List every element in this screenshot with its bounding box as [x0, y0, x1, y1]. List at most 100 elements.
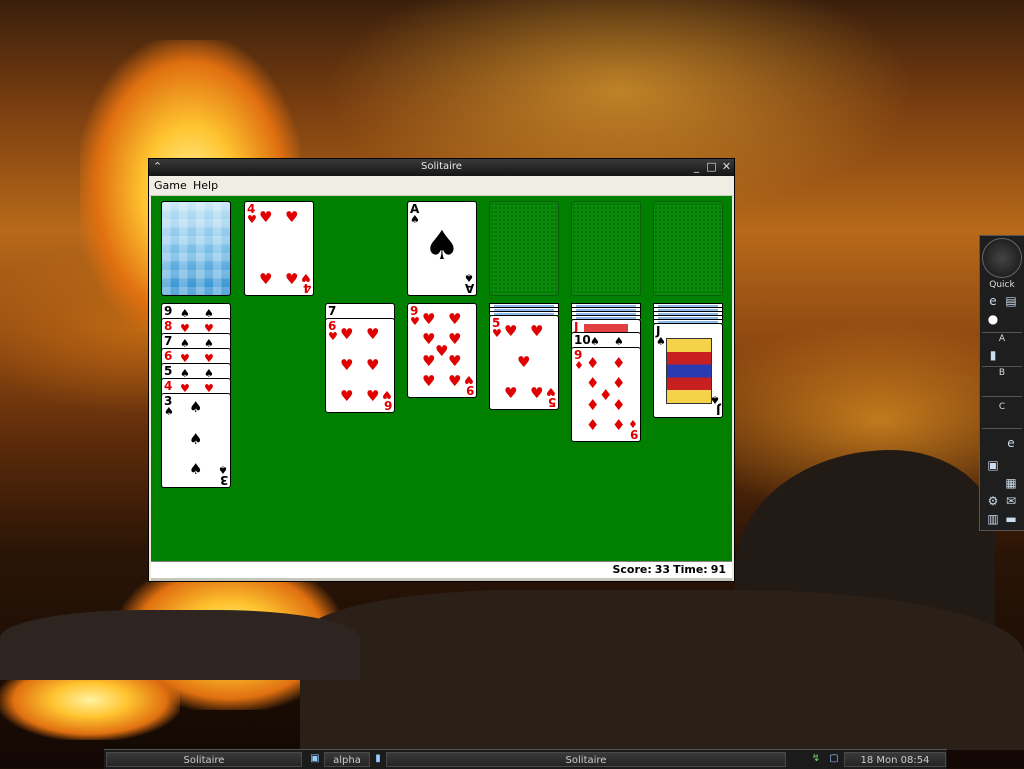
heart-icon: ♥: [448, 372, 462, 390]
card-suit: ♥: [492, 327, 502, 340]
heart-icon: ♥: [422, 372, 436, 390]
card-rank: 6: [164, 349, 173, 363]
heart-icon: ♥: [530, 322, 544, 340]
heart-icon: ♥: [285, 208, 299, 226]
browser-icon[interactable]: e: [986, 294, 1000, 308]
window-icon[interactable]: ▮: [372, 753, 384, 765]
tableau-card[interactable]: 3 ♠ ♠ ♠ ♠ 3 ♠: [161, 393, 231, 488]
spade-icon: ♠: [189, 460, 203, 478]
dock-quick-label: Quick: [989, 280, 1015, 290]
browser-icon[interactable]: e: [1004, 436, 1018, 450]
taskbar-item-solitaire-active[interactable]: Solitaire: [386, 752, 786, 767]
window-bottom-edge[interactable]: [151, 578, 732, 581]
heart-icon: ♥: [366, 356, 380, 374]
document-icon[interactable]: ▤: [1004, 294, 1018, 308]
title-bar[interactable]: ⌃ Solitaire _ □ ✕: [149, 159, 734, 176]
tableau-card[interactable]: 9 ♥ ♥ ♥ ♥ ♥ ♥ ♥ ♥ ♥ ♥ 9 ♥: [407, 303, 477, 398]
settings-icon[interactable]: ⚙: [986, 494, 1000, 508]
heart-icon: ♥: [448, 352, 462, 370]
heart-icon: ♥: [340, 387, 354, 405]
workspace-icon[interactable]: ▣: [309, 753, 321, 765]
tableau-card[interactable]: 6 ♥ ♥ ♥ ♥ ♥ ♥ ♥ 6 ♥: [325, 318, 395, 413]
dock-divider: [982, 366, 1022, 367]
taskbar-clock[interactable]: 18 Mon 08:54: [844, 752, 946, 767]
clock-icon[interactable]: [982, 238, 1022, 278]
maximize-button[interactable]: □: [705, 160, 718, 173]
heart-icon: ♥: [422, 352, 436, 370]
spade-icon: ♠: [189, 398, 203, 416]
heart-icon: ♥: [340, 325, 354, 343]
spade-icon: ♠: [189, 430, 203, 448]
dock-divider: [982, 332, 1022, 333]
card-suit-bottom: ♥: [382, 388, 392, 401]
spade-icon: ♠: [424, 223, 460, 269]
card-suit: ♥: [410, 315, 420, 328]
card-rank: 9: [164, 304, 173, 318]
card-suit-bottom: ♥: [464, 373, 474, 386]
heart-icon: ♥: [448, 310, 462, 328]
display-icon[interactable]: ▢: [828, 753, 840, 765]
card-suit-bottom: ♥: [546, 385, 556, 398]
card-suit-bottom: ♥: [301, 271, 311, 284]
terminal-icon[interactable]: ▣: [986, 458, 1000, 472]
tableau-card[interactable]: 5 ♥ ♥ ♥ ♥ ♥ ♥ 5 ♥: [489, 315, 559, 410]
diamond-icon: ♦: [586, 396, 600, 414]
taskbar-item-solitaire[interactable]: Solitaire: [106, 752, 302, 767]
tableau-card[interactable]: J ♠ J ♠: [653, 323, 723, 418]
card-suit: ♠: [656, 335, 666, 348]
time-value: 91: [710, 563, 726, 576]
heart-icon: ♥: [448, 330, 462, 348]
heart-icon: ♥: [259, 208, 273, 226]
mail-icon[interactable]: ✉: [1004, 494, 1018, 508]
score-value: 33: [654, 563, 671, 576]
card-suit: ♥: [328, 330, 338, 343]
court-figure: [584, 324, 628, 332]
dock-section-b[interactable]: B: [980, 368, 1024, 378]
tableau-card[interactable]: 9 ♦ ♦ ♦ ♦ ♦ ♦ ♦ ♦ ♦ ♦ 9 ♦: [571, 347, 641, 442]
score-label: Score:: [612, 563, 652, 576]
minimize-button[interactable]: _: [690, 160, 703, 173]
dock-divider: [982, 428, 1022, 429]
heart-icon: ♥: [422, 310, 436, 328]
media-player-icon[interactable]: ●: [986, 312, 1000, 326]
keyboard-icon[interactable]: ▬: [1004, 512, 1018, 526]
foundation-4[interactable]: [653, 201, 723, 296]
diamond-icon: ♦: [586, 354, 600, 372]
taskbar-item-alpha[interactable]: alpha: [324, 752, 370, 767]
score-time-readout: Score: 33 Time: 91: [609, 563, 726, 576]
heart-icon: ♥: [517, 353, 531, 371]
time-label: Time:: [673, 563, 708, 576]
card-rank: 7: [328, 304, 337, 318]
heart-icon: ♥: [530, 384, 544, 402]
solitaire-app-icon[interactable]: ▮: [986, 348, 1000, 362]
folder-icon[interactable]: ▦: [1004, 476, 1018, 490]
heart-icon: ♥: [504, 322, 518, 340]
foundation-2[interactable]: [489, 201, 559, 296]
wallpaper-rock: [300, 590, 1024, 750]
jack-figure: [666, 338, 712, 404]
solitaire-window: ⌃ Solitaire _ □ ✕ Game Help 4 ♥ ♥ ♥ ♥ ♥ …: [148, 158, 735, 582]
menu-game[interactable]: Game: [154, 179, 187, 192]
heart-icon: ♥: [285, 270, 299, 288]
diamond-icon: ♦: [599, 386, 613, 404]
card-suit: ♠: [164, 405, 174, 418]
card-suit: ♥: [247, 213, 257, 226]
network-icon[interactable]: ↯: [810, 753, 822, 765]
dock-section-c[interactable]: C: [980, 402, 1024, 412]
diamond-icon: ♦: [586, 374, 600, 392]
foundation-3[interactable]: [571, 201, 641, 296]
status-bar: Score: 33 Time: 91: [151, 561, 732, 578]
heart-icon: ♥: [340, 356, 354, 374]
game-table: 4 ♥ ♥ ♥ ♥ ♥ 4 ♥ A ♠ ♠ A ♠ 9 ♠ ♠ 8 ♥ ♥ 7 …: [151, 196, 732, 561]
trash-icon[interactable]: ▥: [986, 512, 1000, 526]
card-suit: ♠: [410, 213, 420, 226]
taskbar: Solitaire ▣ alpha ▮ Solitaire ↯ ▢ 18 Mon…: [104, 749, 947, 769]
waste-card[interactable]: 4 ♥ ♥ ♥ ♥ ♥ 4 ♥: [244, 201, 314, 296]
dock-section-a[interactable]: A: [980, 334, 1024, 344]
heart-icon: ♥: [366, 387, 380, 405]
stock-pile[interactable]: [161, 201, 231, 296]
card-suit-bottom: ♠: [218, 463, 228, 476]
menu-help[interactable]: Help: [193, 179, 218, 192]
close-button[interactable]: ✕: [720, 160, 733, 173]
foundation-1[interactable]: A ♠ ♠ A ♠: [407, 201, 477, 296]
